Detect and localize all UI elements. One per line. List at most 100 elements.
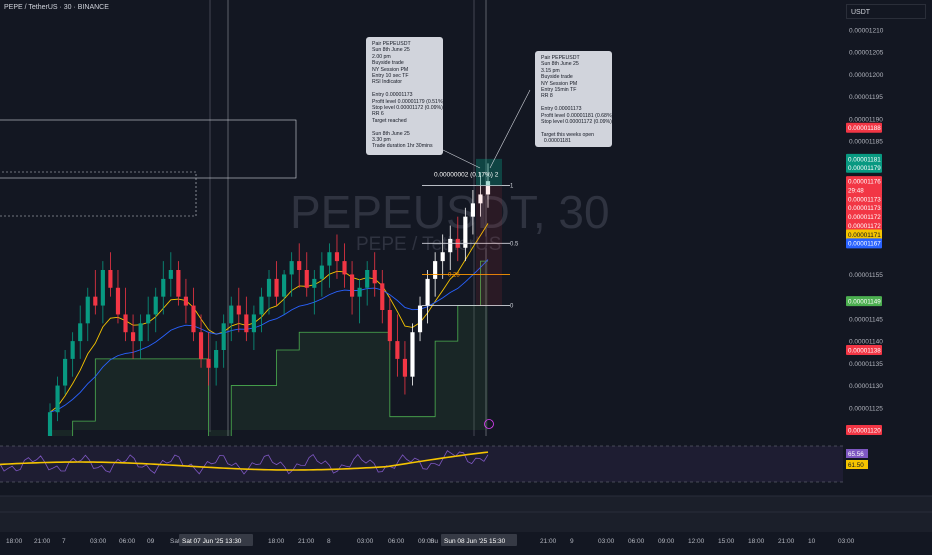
price-axis-tick: 0.00001135 (849, 361, 883, 368)
candle (115, 287, 121, 315)
price-axis-tick: 0.00001140 (849, 339, 883, 346)
candle (297, 261, 302, 270)
price-badge-label: 29:48 (848, 187, 864, 194)
price-badge-label: 0.00001138 (848, 347, 881, 354)
tooltip-line: 0.00001181 (541, 138, 571, 145)
candle (425, 278, 430, 306)
candle (289, 261, 294, 275)
time-axis-tick: 03:00 (838, 538, 855, 545)
price-axis-tick: 0.00001130 (849, 383, 883, 390)
price-badge-label: 0.00001171 (848, 232, 881, 239)
candle (251, 314, 256, 333)
tooltip-line: Trade duration 1hr 30mins (372, 143, 433, 150)
candle (206, 358, 211, 368)
candle (448, 238, 453, 253)
price-badge-label: 0.00001188 (848, 125, 881, 132)
candle (70, 341, 75, 359)
candle (312, 278, 317, 288)
candle (55, 385, 60, 413)
price-badge-label: 0.00001179 (848, 165, 881, 172)
time-axis-tick: 21:00 (778, 538, 795, 545)
candle (153, 296, 158, 315)
price-badge-label: 0.00001172 (848, 223, 881, 230)
candle (130, 332, 136, 342)
time-axis-tick: 7 (62, 538, 66, 545)
candle (85, 296, 90, 324)
time-axis-tick: Sat (170, 538, 180, 545)
candle (221, 323, 226, 350)
price-axis-tick: 0.00001210 (849, 28, 884, 35)
trade-note-tooltip-left: Pair PEPEUSDT Sun 8th June 25 2.00 pm Buysi… (366, 37, 444, 155)
candle (327, 252, 332, 266)
rsi-ma-label: 61.50 (848, 462, 864, 469)
time-axis-tick: 06:00 (388, 538, 405, 545)
candle (47, 412, 53, 439)
candle (365, 270, 370, 288)
candle (93, 296, 98, 306)
candle (282, 274, 287, 297)
candle (78, 323, 83, 342)
chart-canvas[interactable]: PEPEUSDT, 30PEPE / TetherUS10.50.2500.00… (0, 0, 932, 550)
price-badge-label: 0.00001173 (848, 205, 881, 212)
time-axis-tick: 10 (808, 538, 816, 545)
candle (372, 270, 377, 284)
candle (214, 350, 219, 368)
candle (304, 270, 309, 288)
candle (274, 278, 279, 297)
time-axis-tick: Su (430, 538, 438, 545)
candle (63, 358, 68, 386)
candle (342, 261, 347, 275)
candle (395, 341, 400, 359)
time-axis-tick: 8 (327, 538, 331, 545)
position-label: 0.00000002 (0.17%) 2 (434, 172, 499, 179)
symbol-title: PEPE / TetherUS · 30 · BINANCE (4, 4, 109, 11)
candle (319, 265, 324, 279)
time-axis-tick: 21:00 (540, 538, 557, 545)
time-axis-tick: 03:00 (598, 538, 615, 545)
time-axis-tick: 15:00 (718, 538, 735, 545)
candle (417, 305, 423, 333)
candle (168, 270, 173, 279)
candle (100, 270, 105, 306)
candle (357, 287, 362, 297)
candle (470, 203, 475, 217)
candle (402, 358, 408, 377)
time-axis-tick: 9 (570, 538, 574, 545)
candle (146, 314, 151, 324)
time-axis-tick: 06:00 (628, 538, 645, 545)
price-badge-label: 0.00001120 (848, 427, 881, 434)
time-crosshair-label: Sun 08 Jun '25 15:30 (444, 538, 506, 545)
rsi-value-label: 65.56 (848, 451, 864, 458)
candle (183, 296, 189, 306)
candle (244, 314, 249, 333)
price-axis-tick: 0.00001185 (849, 139, 883, 146)
candle (440, 252, 445, 262)
price-badge-label: 0.00001173 (848, 196, 881, 203)
time-crosshair-label: Sat 07 Jun '25 13:30 (182, 538, 242, 545)
rsi-band (0, 446, 843, 482)
trading-chart[interactable]: PEPEUSDT, 30 PEPE / TetherUS 1 0.5 0.25 0 0.00… (0, 0, 932, 550)
candle (138, 323, 143, 342)
time-axis-tick: 09 (147, 538, 155, 545)
candle (266, 278, 272, 297)
time-axis-tick: 18:00 (268, 538, 285, 545)
price-axis-tick: 0.00001200 (849, 72, 884, 79)
lower-pane (0, 496, 932, 532)
candle (433, 261, 438, 279)
tooltip-line: Stop level 0.00001172 (0.09%) (541, 119, 612, 126)
candle (161, 278, 166, 297)
time-axis-tick: 21:00 (34, 538, 51, 545)
price-badge-label: 0.00001181 (848, 156, 881, 163)
candle (387, 310, 392, 342)
time-axis-tick: 03:00 (357, 538, 374, 545)
currency-button[interactable]: USDT (846, 4, 926, 19)
price-axis-tick: 0.00001155 (849, 272, 883, 279)
time-axis-tick: 06:00 (119, 538, 136, 545)
trade-note-tooltip-right: Pair PEPEUSDT Sun 8th June 25 3.15 pm Buysi… (535, 51, 613, 147)
fib-level-label: 0.5 (510, 241, 519, 247)
price-axis-tick: 0.00001145 (849, 316, 883, 323)
price-badge-label: 0.00001172 (848, 214, 881, 221)
candle (349, 274, 355, 297)
candle (236, 305, 241, 315)
watermark-symbol: PEPEUSDT, 30 (290, 186, 610, 238)
